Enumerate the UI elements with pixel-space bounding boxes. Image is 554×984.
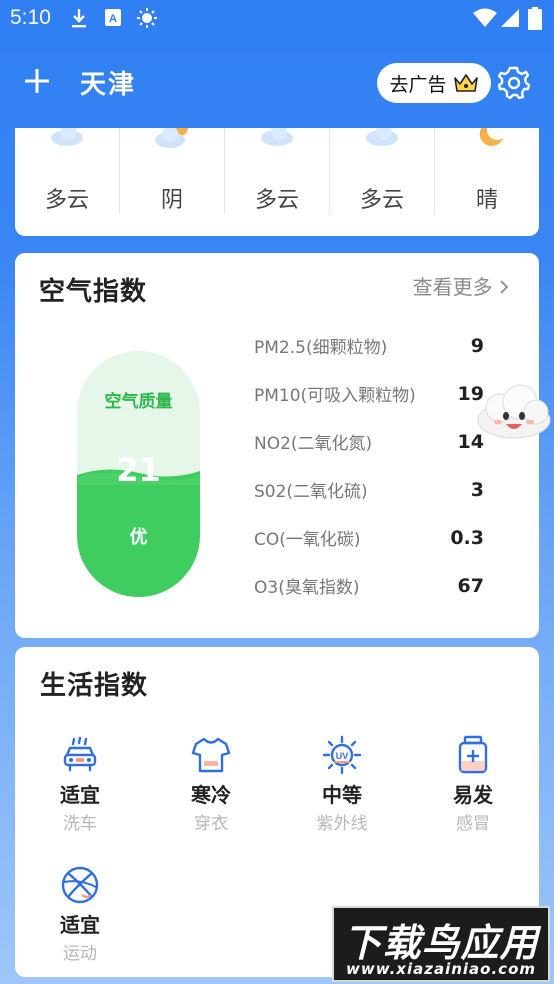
download-icon [72, 9, 86, 28]
life-item-name: 洗车 [63, 814, 97, 834]
wifi-icon [473, 8, 497, 27]
life-item-cold[interactable]: 易发 感冒 [408, 735, 538, 855]
sun-cloud-icon [155, 128, 188, 148]
forecast-label: 多云 [254, 188, 299, 213]
tshirt-icon [191, 737, 231, 773]
svg-text:A: A [109, 13, 117, 25]
forecast-label: 阴 [160, 188, 183, 213]
pollutant-row: PM10(可吸入颗粒物) 19 [254, 381, 494, 411]
life-item-uv[interactable]: UV 中等 紫外线 [277, 735, 407, 855]
battery-icon [528, 7, 542, 30]
pollutant-row: CO(一氧化碳) 0.3 [254, 525, 494, 555]
view-more-label: 查看更多 [412, 275, 493, 299]
remove-ads-button[interactable]: 去广告 [377, 63, 491, 103]
cloud-icon [261, 128, 293, 146]
add-city-button[interactable] [20, 64, 54, 98]
view-more-link[interactable]: 查看更多 [413, 271, 509, 300]
moon-icon [479, 128, 503, 146]
cloud-icon [366, 128, 398, 146]
pollutant-row: PM2.5(细颗粒物) 9 [254, 333, 494, 363]
life-item-sport[interactable]: 适宜 运动 [15, 865, 145, 984]
watermark-title: 下载鸟应用 [343, 921, 539, 965]
life-item-value: 适宜 [60, 783, 100, 807]
forecast-item[interactable]: 阴 [120, 128, 224, 214]
life-index-title: 生活指数 [40, 671, 149, 701]
forecast-item[interactable]: 多云 [15, 128, 119, 214]
aqi-title: 空气质量 [104, 392, 173, 412]
life-item-name: 紫外线 [316, 814, 368, 834]
pollutant-value: 9 [470, 335, 484, 357]
watermark-url: www.xiazainiao.com [345, 960, 537, 978]
pollutant-name: S02(二氧化硫) [254, 482, 368, 502]
forecast-item[interactable]: 多云 [330, 128, 434, 214]
city-name[interactable]: 天津 [80, 64, 136, 101]
life-item-value: 中等 [322, 783, 362, 807]
keyboard-a-icon: A [105, 9, 121, 26]
life-item-value: 寒冷 [191, 783, 231, 807]
aqi-value: 21 [116, 451, 161, 489]
forecast-item[interactable]: 多云 [225, 128, 329, 214]
aqi-capsule: 空气质量 21 优 [77, 351, 200, 597]
remove-ads-label: 去广告 [389, 73, 447, 96]
app-header: 天津 去广告 [0, 38, 554, 128]
pollutant-name: CO(一氧化碳) [254, 530, 361, 550]
life-item-value: 适宜 [60, 913, 100, 937]
status-bar: 5:10 A [0, 0, 554, 38]
basketball-icon [61, 866, 99, 904]
life-item-name: 穿衣 [194, 814, 228, 834]
brightness-icon [137, 8, 157, 28]
pollutant-name: NO2(二氧化氮) [254, 434, 373, 454]
life-item-name: 运动 [63, 944, 97, 964]
status-time: 5:10 [10, 6, 51, 29]
pollutant-row: NO2(二氧化氮) 14 [254, 429, 494, 459]
pollutant-value: 0.3 [450, 527, 484, 549]
cloud-mascot-icon[interactable] [474, 380, 554, 442]
forecast-item[interactable]: 晴 [435, 128, 539, 214]
chevron-right-icon [500, 280, 509, 294]
settings-gear-icon[interactable] [496, 65, 532, 101]
life-item-clothing[interactable]: 寒冷 穿衣 [146, 735, 276, 855]
svg-text:UV: UV [336, 751, 349, 761]
pollutant-value: 3 [470, 479, 484, 501]
uv-sun-icon: UV [322, 735, 362, 775]
life-item-car-wash[interactable]: 适宜 洗车 [15, 735, 145, 855]
pollutant-name: PM10(可吸入颗粒物) [254, 386, 416, 406]
air-quality-title: 空气指数 [39, 277, 148, 307]
pollutant-name: PM2.5(细颗粒物) [254, 338, 388, 358]
car-wash-icon [63, 736, 97, 772]
watermark-logo: 下载鸟应用 www.xiazainiao.com [332, 906, 550, 982]
forecast-card: 多云 阴 多云 多云 晴 [15, 128, 539, 236]
forecast-label: 多云 [44, 188, 89, 213]
pollutant-row: O3(臭氧指数) 67 [254, 573, 494, 603]
life-item-value: 易发 [453, 783, 493, 807]
signal-icon [501, 9, 519, 27]
pollutant-row: S02(二氧化硫) 3 [254, 477, 494, 507]
cloud-icon [51, 128, 83, 146]
forecast-label: 多云 [359, 188, 404, 213]
aqi-grade: 优 [129, 527, 148, 548]
pollutant-value: 67 [457, 575, 484, 597]
life-item-name: 感冒 [456, 814, 490, 834]
medicine-icon [458, 735, 488, 774]
forecast-label: 晴 [475, 188, 498, 213]
air-quality-card: 空气指数 查看更多 空气质量 21 优 PM2.5(细颗粒物) 9 PM10(可… [15, 253, 539, 638]
crown-icon [453, 74, 478, 92]
pollutant-name: O3(臭氧指数) [254, 578, 360, 598]
